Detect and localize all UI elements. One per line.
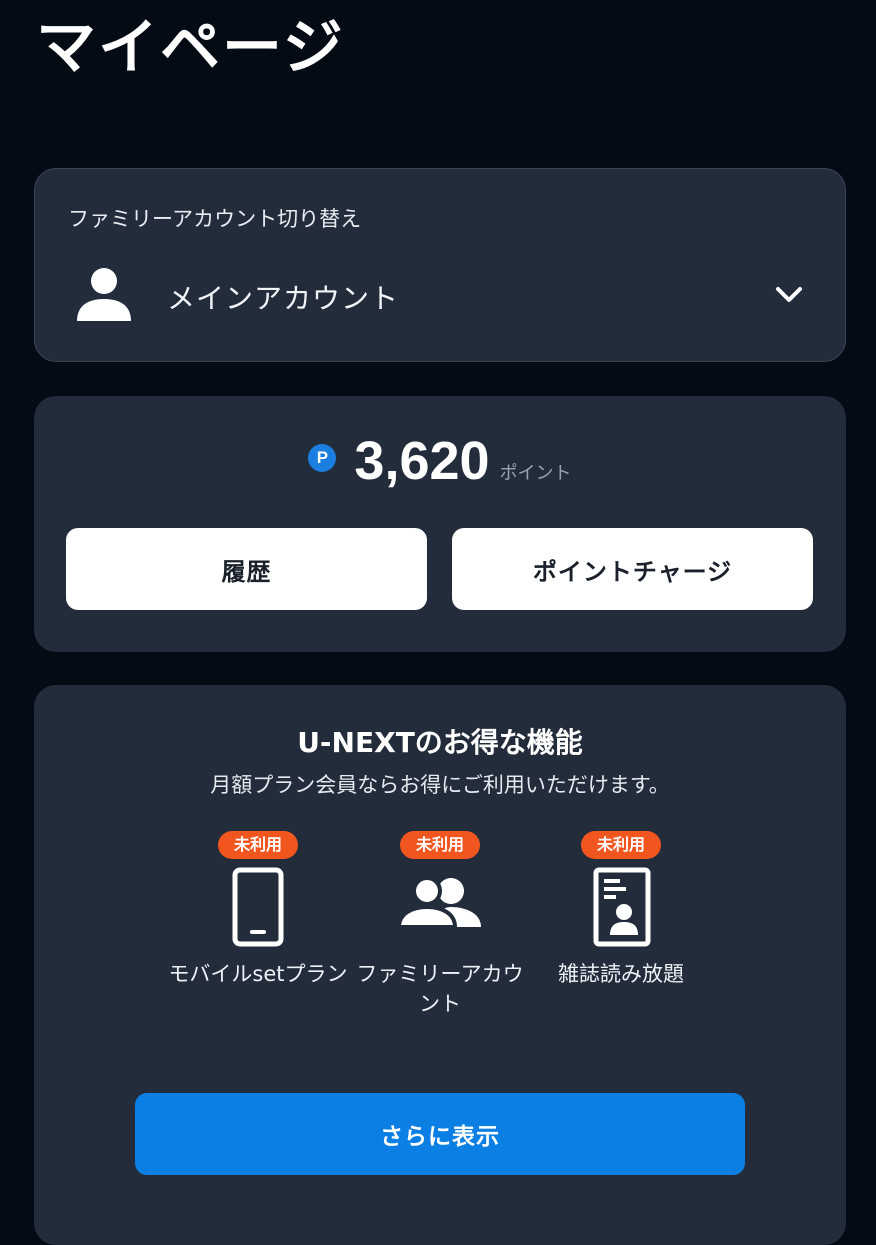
features-title: U-NEXTのお得な機能 <box>297 726 583 759</box>
unused-badge: 未利用 <box>217 831 298 859</box>
point-charge-button[interactable]: ポイントチャージ <box>452 528 813 610</box>
feature-mobile-set-plan[interactable]: 未利用 モバイルsetプラン <box>168 831 348 989</box>
smartphone-icon <box>232 867 284 947</box>
chevron-down-icon[interactable] <box>773 279 805 311</box>
account-switcher-dropdown[interactable]: メインアカウント <box>35 259 845 329</box>
person-icon <box>77 268 131 321</box>
points-balance: P 3,620 ポイント <box>34 430 846 500</box>
account-switcher-label: ファミリーアカウント切り替え <box>68 207 362 231</box>
account-switcher-card: ファミリーアカウント切り替え メインアカウント <box>34 168 846 362</box>
feature-magazine-unlimited[interactable]: 未利用 雑誌読み放題 <box>531 831 711 989</box>
feature-family-account[interactable]: 未利用 ファミリーアカウント <box>350 831 530 1019</box>
feature-label: ファミリーアカウント <box>356 962 524 1016</box>
features-subtitle: 月額プラン会員ならお得にご利用いただけます。 <box>210 773 670 797</box>
unused-badge: 未利用 <box>580 831 661 859</box>
page-title: マイページ <box>36 13 345 83</box>
feature-label: 雑誌読み放題 <box>558 962 684 986</box>
current-account-name: メインアカウント <box>167 282 400 315</box>
history-button[interactable]: 履歴 <box>66 528 427 610</box>
feature-label: モバイルsetプラン <box>168 962 348 986</box>
point-unit: ポイント <box>499 463 572 484</box>
unused-badge: 未利用 <box>399 831 480 859</box>
point-icon: P <box>308 444 337 472</box>
people-icon <box>396 876 481 929</box>
point-value: 3,620 <box>354 431 490 491</box>
show-more-button[interactable]: さらに表示 <box>135 1093 745 1175</box>
points-card: P 3,620 ポイント 履歴 ポイントチャージ <box>34 396 846 652</box>
magazine-icon <box>593 867 651 947</box>
features-card: U-NEXTのお得な機能 月額プラン会員ならお得にご利用いただけます。 未利用 … <box>34 685 846 1245</box>
